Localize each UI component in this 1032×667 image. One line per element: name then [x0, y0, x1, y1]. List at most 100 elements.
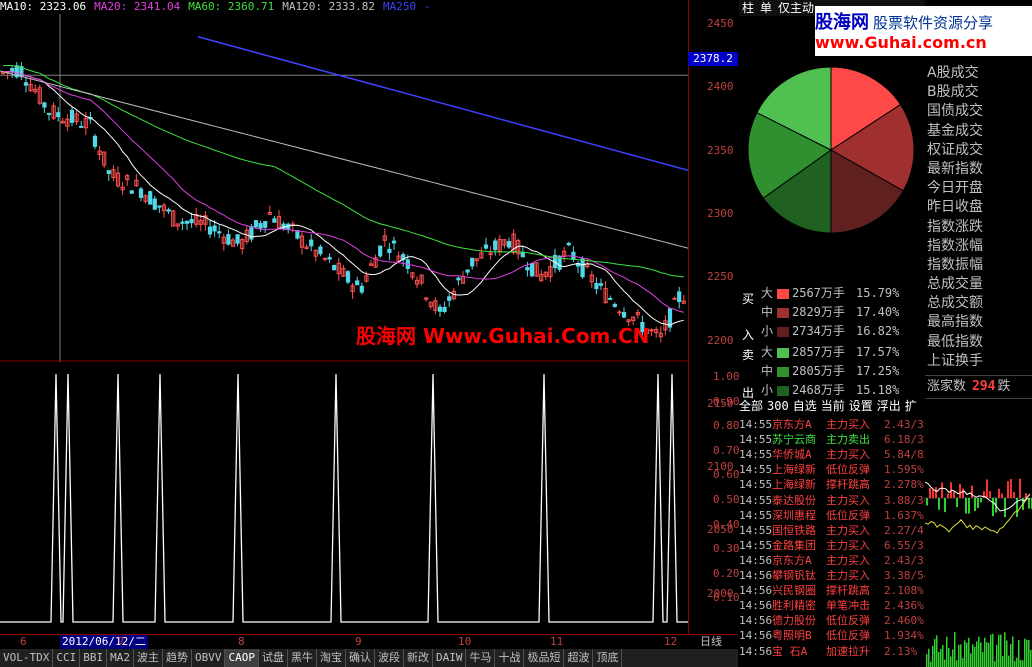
indicator-tab[interactable]: MA2 [107, 649, 134, 667]
date-tick: 8 [238, 635, 245, 648]
feed-row[interactable]: 14:56宝 石A 加速拉升 2.13% [739, 644, 925, 659]
feed-row[interactable]: 14:56兴民钢圈 撑杆跳高 2.108% [739, 583, 925, 598]
ma120-line [0, 70, 688, 249]
feed-event: 低位反弹 [826, 614, 870, 628]
date-tick: 9 [355, 635, 362, 648]
indicator-tab[interactable]: OBVV [192, 649, 226, 667]
indicator-tab[interactable]: 牛马 [466, 649, 496, 667]
right-panel-tab[interactable]: 柱 [739, 1, 757, 15]
feed-event: 主力买入 [826, 523, 870, 537]
feed-tab[interactable]: 全部 [739, 399, 763, 413]
mini-volume-bar [1026, 639, 1028, 667]
right-panel-tab[interactable]: 仅主动 [775, 1, 817, 15]
indicator-tab[interactable]: VOL-TDX [0, 649, 54, 667]
feed-row[interactable]: 14:55上海绿新 低位反弹 1.595% [739, 462, 925, 477]
mini-volume-bar [1012, 636, 1014, 667]
indicator-tab[interactable]: 确认 [346, 649, 375, 667]
index-field: 最高指数 [927, 314, 983, 331]
indicator-tab[interactable]: CAOP [225, 649, 259, 667]
mini-volume-bar [1024, 638, 1026, 667]
mini-flow-bar [956, 498, 958, 508]
candle-body [148, 191, 153, 205]
indicator-tab[interactable]: 黑牛 [288, 649, 317, 667]
indicator-tab[interactable]: 顶底 [593, 649, 623, 667]
feed-row[interactable]: 14:55华侨城A 主力买入 5.84/83 [739, 447, 925, 462]
candlestick-chart[interactable] [0, 14, 688, 362]
candle-body [598, 283, 604, 286]
feed-row[interactable]: 14:56攀钢钒钛主力买入 3.38/54 [739, 568, 925, 583]
indicator-tab[interactable]: 淘宝 [317, 649, 346, 667]
mini-volume-bar [1000, 634, 1002, 667]
feed-tab[interactable]: 当前 [821, 399, 845, 413]
feed-row[interactable]: 14:56胜利精密 单笔冲击 2.436% [739, 598, 925, 613]
feed-time: 14:56 [739, 629, 773, 643]
mini-volume-bar [936, 635, 938, 667]
mini-flow-bar [977, 498, 979, 509]
candle-body [129, 190, 134, 194]
candle-body [359, 285, 364, 293]
candle-body [332, 264, 337, 271]
feed-event: 加速拉升 [826, 644, 870, 658]
mini-volume-bar [934, 638, 936, 667]
feed-row[interactable]: 14:55深圳惠程 低位反弹 1.637% [739, 508, 925, 523]
feed-event: 撑杆跳高 [826, 584, 870, 598]
mini-volume-bar [960, 644, 962, 667]
mini-flow-bar [992, 498, 994, 517]
feed-tab[interactable]: 扩 [905, 399, 917, 413]
mini-volume-bar [938, 651, 940, 667]
feed-row[interactable]: 14:56京东方A 主力买入 2.43/32 [739, 553, 925, 568]
flow-size-label: 中 [761, 364, 774, 378]
flow-row: 大 2857万手 17.57% [739, 343, 899, 362]
flow-color-swatch [777, 347, 789, 358]
indicator-tab[interactable]: BBI [80, 649, 108, 667]
indicator-tab[interactable]: 十战 [495, 649, 525, 667]
mini-flow-bar [1010, 478, 1012, 498]
indicator-tab[interactable]: 超波 [564, 649, 594, 667]
mini-volume-bar [988, 642, 990, 667]
indicator-tick: 0.90 [713, 394, 740, 408]
feed-row[interactable]: 14:55苏宁云商主力卖出 6.18/33 [739, 432, 925, 447]
feed-tab[interactable]: 300 [767, 399, 789, 413]
index-field: 指数振幅 [927, 256, 983, 273]
candle-body [322, 257, 328, 260]
right-panel-tab[interactable]: 单 [757, 1, 775, 15]
feed-row[interactable]: 14:55国恒铁路主力买入 2.27/41 [739, 523, 925, 538]
mini-volume-bar [990, 634, 992, 667]
feed-time: 14:55 [739, 538, 773, 552]
feed-tab[interactable]: 设置 [849, 399, 873, 413]
indicator-tick: 0.50 [713, 493, 740, 506]
feed-tab[interactable]: 浮出 [877, 399, 901, 413]
mini-volume-bar [976, 641, 978, 667]
feed-tab[interactable]: 自选 [793, 399, 817, 413]
feed-event: 主力买入 [826, 538, 870, 552]
fund-flow-table: 买入卖出大 2567万手 15.79% 中 2829万手 17.40% 小 2734万手 16.… [739, 284, 925, 400]
indicator-tab[interactable]: 试盘 [259, 649, 288, 667]
date-tick: 6 [20, 635, 27, 648]
mini-volume-bar [964, 640, 966, 667]
indicator-tab[interactable]: 趋势 [163, 649, 192, 667]
indicator-tab[interactable]: 波段 [375, 649, 404, 667]
indicator-tab[interactable]: CCI [53, 649, 81, 667]
feed-row[interactable]: 14:55金路集团主力买入 6.55/32 [739, 538, 925, 553]
mini-flow-bar [932, 489, 934, 498]
feed-row[interactable]: 14:56粤照明B 低位反弹 1.934% [739, 628, 925, 643]
candle-body [529, 263, 535, 277]
feed-row[interactable]: 14:56德力股份 低位反弹 2.460% [739, 613, 925, 628]
mini-volume-bar [982, 652, 984, 667]
indicator-tab[interactable]: 波主 [134, 649, 163, 667]
feed-time: 14:55 [739, 448, 773, 462]
candle-body [258, 223, 263, 229]
candle-body [253, 220, 259, 228]
date-axis: 2012/06/12/二 日线 6 7 8 9 10 11 12 [0, 634, 738, 649]
period-label[interactable]: 日线 [700, 635, 722, 649]
feed-row[interactable]: 14:55上海绿新 撑杆跳高 2.278% [739, 477, 925, 492]
candle-body [378, 245, 383, 257]
mini-flow-bar [962, 488, 964, 498]
feed-row[interactable]: 14:55京东方A 主力买入 2.43/35 [739, 417, 925, 432]
indicator-tab[interactable]: 新改 [404, 649, 433, 667]
indicator-tab[interactable]: DAIW [433, 649, 467, 667]
feed-row[interactable]: 14:55泰达股份主力买入 3.88/30 [739, 493, 925, 508]
indicator-tab[interactable]: 极品短 [524, 649, 565, 667]
indicator-chart[interactable] [0, 362, 688, 634]
candle-body [506, 241, 512, 248]
